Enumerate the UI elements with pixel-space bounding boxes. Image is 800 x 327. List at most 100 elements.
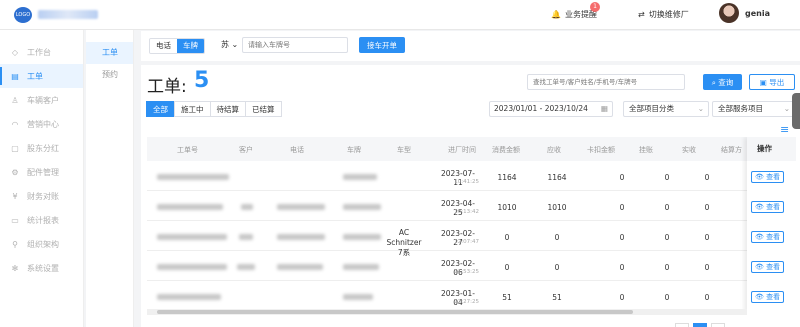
switch-icon: ⇄ — [638, 10, 645, 19]
sidebar-item-parts[interactable]: ⚙ 配件管理 — [0, 160, 83, 184]
customer-blurred — [239, 234, 253, 240]
operation-column: 操作 👁 查看 👁 查看 👁 查看 👁 查看 👁 查看 — [747, 137, 796, 313]
chevron-down-icon: ⌄ — [783, 104, 790, 113]
view-button[interactable]: 👁 查看 — [751, 201, 784, 213]
th-receivable: 应收 — [547, 146, 561, 154]
sidebar-item-org[interactable]: ⚲ 组织架构 — [0, 232, 83, 256]
open-order-button[interactable]: 接车开单 — [359, 37, 405, 53]
eye-icon: 👁 — [754, 203, 767, 211]
query-button[interactable]: ⌕ 查询 — [703, 74, 742, 90]
eye-icon: 👁 — [754, 233, 767, 241]
sidebar: ◇ 工作台 ▤ 工单 ♙ 车辆客户 ◠ 营销中心 ▢ 股东分红 ⚙ 配件管理 ¥ 财务对账 ▭… — [0, 30, 84, 327]
tab-pending-settle[interactable]: 待结算 — [209, 101, 246, 117]
customer-blurred — [237, 264, 255, 270]
top-bar: LOGO 🔔 业务提醒 1 ⇄ 切换维修厂 genia — [0, 0, 800, 30]
sub-nav: 工单 预约 — [86, 30, 134, 327]
monitor-icon: ▭ — [11, 215, 19, 225]
settings-icon: ✻ — [11, 263, 19, 273]
dashboard-icon: ◇ — [11, 47, 19, 57]
search-input[interactable] — [527, 74, 685, 90]
tab-settled[interactable]: 已结算 — [245, 101, 282, 117]
th-operation: 操作 — [747, 137, 796, 161]
plate-blurred — [343, 174, 377, 180]
reminder-badge: 1 — [590, 2, 600, 12]
avatar[interactable] — [719, 3, 739, 23]
column-settings-icon[interactable]: ≡ — [780, 123, 789, 136]
brand-name-blurred — [38, 10, 98, 19]
export-icon: ▣ — [759, 77, 770, 87]
headset-icon: ◠ — [11, 119, 19, 129]
sidebar-item-dashboard[interactable]: ◇ 工作台 — [0, 40, 83, 64]
plate-blurred — [343, 234, 381, 240]
customer-blurred — [241, 204, 253, 210]
calendar-icon: ▦ — [600, 104, 608, 113]
table-row[interactable]: AC Schnitzer 7系 2023-02-27 12:07:47 0 0 … — [147, 221, 747, 257]
plate-blurred — [343, 204, 381, 210]
th-amount: 消费金额 — [492, 146, 520, 154]
sidebar-item-marketing[interactable]: ◠ 营销中心 — [0, 112, 83, 136]
order-no-blurred — [157, 234, 227, 240]
view-button[interactable]: 👁 查看 — [751, 291, 784, 303]
export-button[interactable]: ▣ 导出 — [749, 74, 795, 90]
order-no-blurred — [157, 204, 223, 210]
reminder-button[interactable]: 🔔 业务提醒 — [551, 9, 597, 20]
plate-input[interactable] — [242, 37, 348, 53]
order-no-blurred — [157, 174, 229, 180]
th-received: 实收 — [682, 146, 696, 154]
org-icon: ⚲ — [12, 239, 18, 249]
quick-open-bar: 电话 车牌 苏 ⌄ 接车开单 — [141, 31, 800, 61]
service-project-select[interactable]: 全部服务项目 ⌄ — [712, 101, 795, 117]
phone-blurred — [277, 204, 325, 210]
page-next[interactable] — [711, 323, 725, 327]
table-row[interactable]: 2023-02-06 11:53:25 0 0 0 0 0 — [147, 251, 747, 281]
switch-label: 切换维修厂 — [648, 10, 689, 19]
bell-icon: 🔔 — [551, 10, 561, 19]
tab-all[interactable]: 全部 — [146, 101, 175, 117]
province-select[interactable]: 苏 ⌄ — [221, 39, 238, 50]
side-drawer-handle[interactable] — [792, 93, 800, 129]
project-category-select[interactable]: 全部项目分类 ⌄ — [623, 101, 709, 117]
sidebar-item-finance[interactable]: ¥ 财务对账 — [0, 184, 83, 208]
eye-icon: 👁 — [754, 263, 767, 271]
share-icon: ▢ — [11, 143, 19, 153]
gear-icon: ⚙ — [11, 167, 19, 177]
th-entry-time: 进厂时间 — [448, 146, 476, 154]
logo[interactable]: LOGO — [14, 7, 32, 23]
eye-icon: 👁 — [754, 173, 767, 181]
subnav-item-appointment[interactable]: 预约 — [86, 64, 133, 86]
phone-blurred — [277, 264, 323, 270]
table-row[interactable]: 2023-04-25 10:13:42 1010 1010 0 0 0 — [147, 191, 747, 221]
view-button[interactable]: 👁 查看 — [751, 231, 784, 243]
table-row[interactable]: 2023-07-11 10:41:25 1164 1164 0 0 0 — [147, 161, 747, 191]
page-current[interactable] — [693, 323, 707, 327]
subnav-item-workorder[interactable]: 工单 — [86, 42, 133, 64]
th-credit: 挂账 — [639, 146, 653, 154]
scrollbar-thumb[interactable] — [157, 310, 633, 314]
document-icon: ▤ — [11, 71, 19, 81]
switch-shop-button[interactable]: ⇄ 切换维修厂 — [638, 9, 689, 20]
chevron-down-icon: ⌄ — [697, 104, 704, 113]
seg-phone[interactable]: 电话 — [150, 39, 177, 53]
page-prev[interactable] — [675, 323, 689, 327]
view-button[interactable]: 👁 查看 — [751, 261, 784, 273]
table-row[interactable]: 2023-01-04 17:27:25 51 51 0 0 0 — [147, 281, 747, 311]
search-type-toggle: 电话 车牌 — [149, 38, 205, 54]
date-range-picker[interactable]: 2023/01/01 - 2023/10/24 ▦ — [489, 101, 613, 117]
chevron-down-icon: ⌄ — [231, 40, 239, 49]
sidebar-item-settings[interactable]: ✻ 系统设置 — [0, 256, 83, 280]
sidebar-item-customers[interactable]: ♙ 车辆客户 — [0, 88, 83, 112]
seg-plate[interactable]: 车牌 — [177, 39, 204, 53]
horizontal-scrollbar[interactable] — [147, 309, 747, 315]
page-title: 工单: — [147, 77, 187, 97]
table-header: 工单号 客户 电话 车牌 车型 进厂时间 消费金额 应收 卡扣金额 挂账 实收 … — [147, 137, 747, 161]
sidebar-item-reports[interactable]: ▭ 统计报表 — [0, 208, 83, 232]
username[interactable]: genia — [745, 9, 770, 18]
sidebar-item-dividends[interactable]: ▢ 股东分红 — [0, 136, 83, 160]
phone-blurred — [277, 234, 325, 240]
sidebar-item-workorder[interactable]: ▤ 工单 — [0, 64, 83, 88]
th-settle-method: 结算方 — [721, 146, 742, 154]
th-card-deduct: 卡扣金额 — [587, 146, 615, 154]
th-customer: 客户 — [239, 146, 253, 154]
view-button[interactable]: 👁 查看 — [751, 171, 784, 183]
tab-in-progress[interactable]: 施工中 — [174, 101, 211, 117]
